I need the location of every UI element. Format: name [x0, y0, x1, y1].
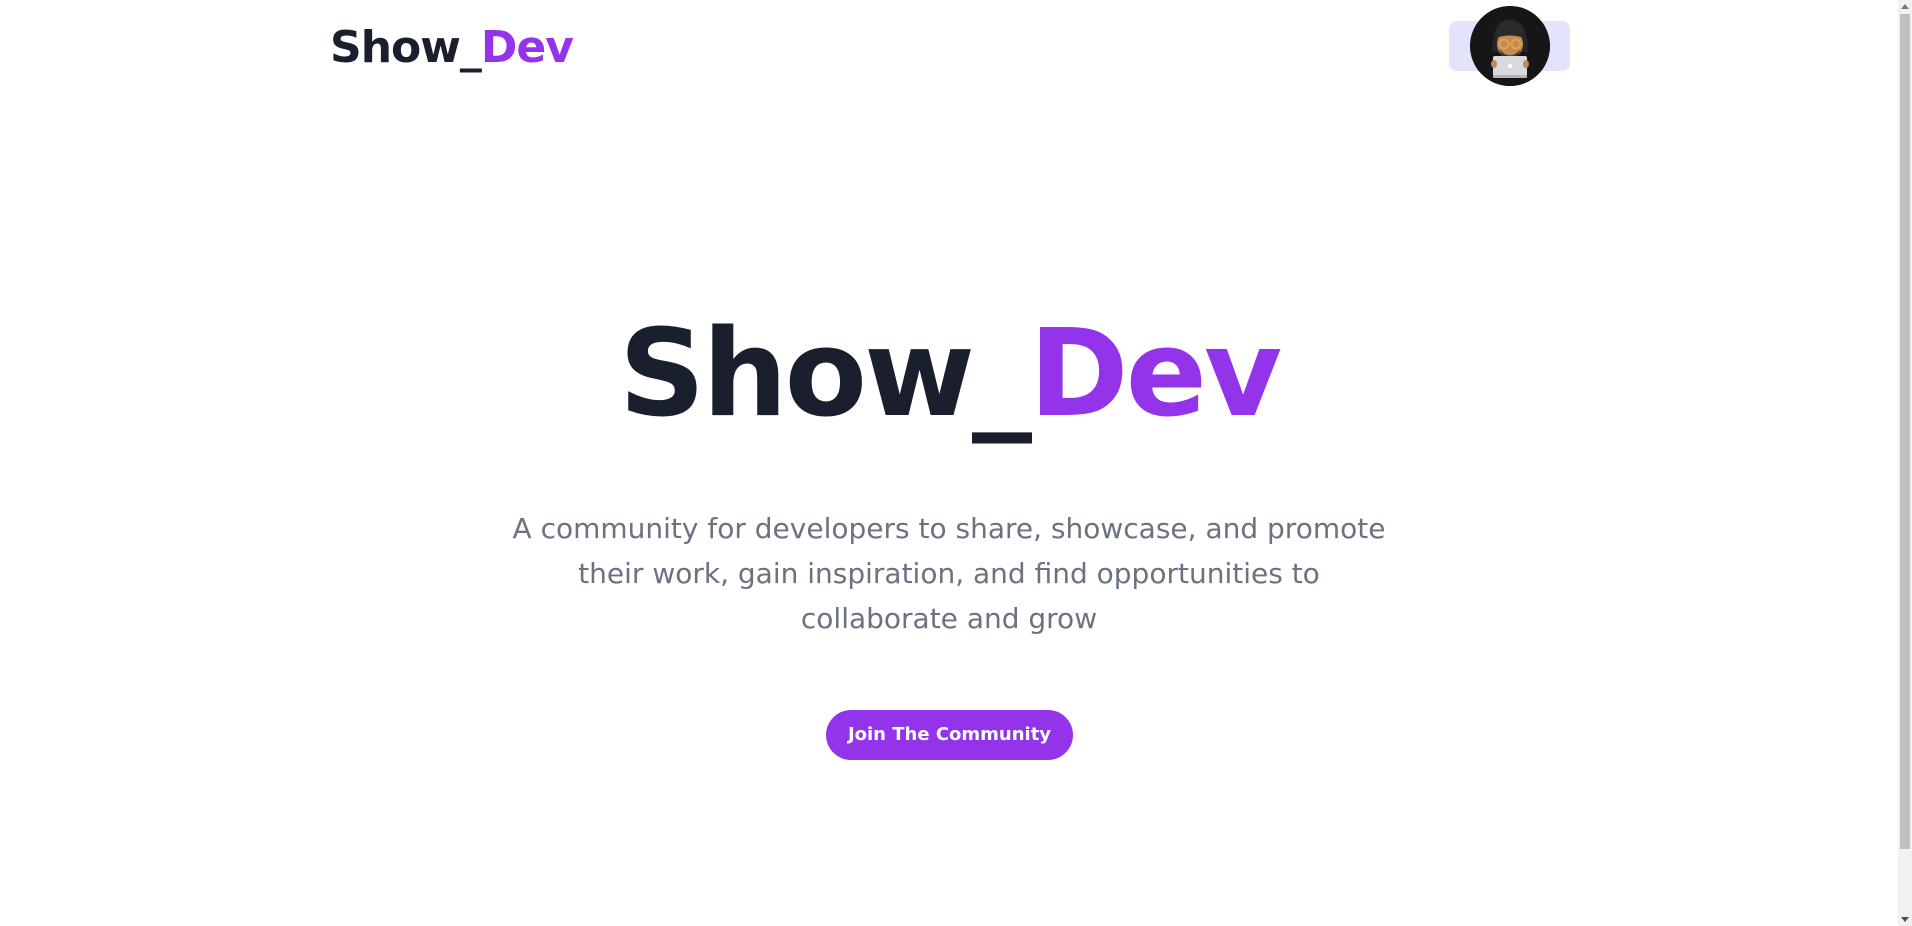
join-community-button[interactable]: Join The Community [826, 710, 1073, 760]
hero-description: A community for developers to share, sho… [512, 512, 1386, 635]
hero-title-show: Show_ [618, 305, 1032, 444]
hero-title: Show_Dev [0, 305, 1898, 445]
page: Show_Dev Show_Dev A community for develo… [0, 0, 1912, 926]
hero-title-dev: Dev [1028, 305, 1282, 444]
scroll-up-arrow-icon[interactable] [1901, 4, 1909, 9]
vertical-scrollbar[interactable] [1898, 0, 1912, 926]
scrollbar-thumb[interactable] [1900, 14, 1910, 849]
scroll-down-arrow-icon[interactable] [1901, 917, 1909, 922]
hero-section: Show_Dev A community for developers to s… [0, 0, 1898, 926]
